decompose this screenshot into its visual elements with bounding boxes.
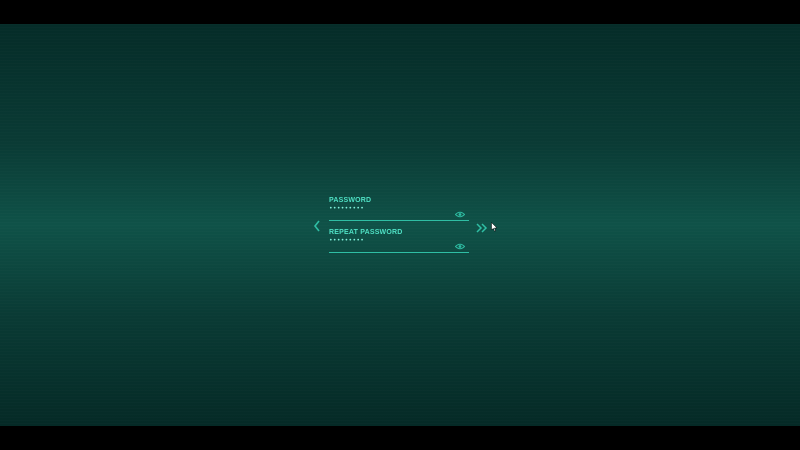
repeat-password-input[interactable]	[329, 237, 439, 245]
next-button[interactable]	[476, 220, 488, 233]
repeat-password-label: REPEAT PASSWORD	[329, 229, 403, 236]
chevron-left-icon	[313, 220, 320, 232]
password-form: PASSWORD REPEAT PASSWORD	[329, 196, 469, 260]
mouse-pointer-icon	[491, 219, 498, 232]
password-field: PASSWORD	[329, 196, 469, 221]
letterbox-bottom	[0, 426, 800, 450]
password-input[interactable]	[329, 205, 439, 213]
eye-icon	[454, 243, 466, 250]
show-password-toggle[interactable]	[454, 205, 466, 218]
letterbox-top	[0, 0, 800, 24]
password-label: PASSWORD	[329, 197, 372, 204]
repeat-password-field: REPEAT PASSWORD	[329, 228, 469, 253]
back-button[interactable]	[313, 219, 321, 232]
show-repeat-password-toggle[interactable]	[454, 237, 466, 250]
double-chevron-right-icon	[476, 223, 488, 233]
eye-icon	[454, 211, 466, 218]
